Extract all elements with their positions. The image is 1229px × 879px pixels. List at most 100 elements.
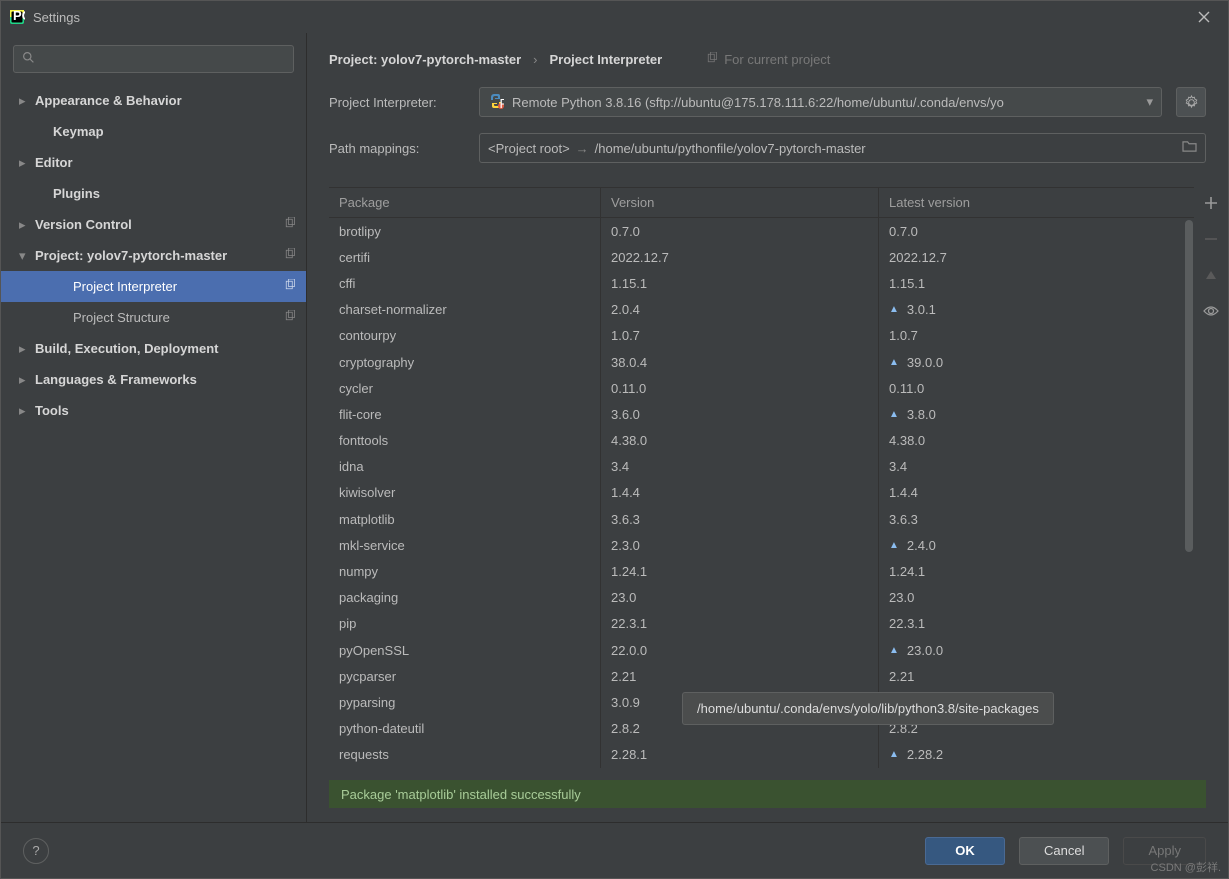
pycharm-icon: PC (9, 9, 25, 25)
help-button[interactable]: ? (23, 838, 49, 864)
cell-version: 23.0 (601, 585, 879, 611)
cell-package: pip (329, 611, 601, 637)
upgrade-available-icon: ▲ (889, 409, 899, 420)
tree-item[interactable]: ▸Keymap (1, 116, 306, 147)
cell-latest: 2.21 (879, 663, 1194, 689)
table-row[interactable]: flit-core3.6.0▲3.8.0 (329, 401, 1194, 427)
close-button[interactable] (1188, 1, 1220, 33)
tree-item[interactable]: ▾Project: yolov7-pytorch-master (1, 240, 306, 271)
settings-search-input[interactable] (41, 52, 285, 67)
upgrade-available-icon: ▲ (889, 749, 899, 760)
titlebar: PC Settings (1, 1, 1228, 33)
cell-latest: 2022.12.7 (879, 244, 1194, 270)
cancel-button[interactable]: Cancel (1019, 837, 1109, 865)
table-row[interactable]: pyOpenSSL22.0.0▲23.0.0 (329, 637, 1194, 663)
settings-search[interactable] (13, 45, 294, 73)
table-row[interactable]: fonttools4.38.04.38.0 (329, 428, 1194, 454)
cell-latest: 3.4 (879, 454, 1194, 480)
tree-item-label: Appearance & Behavior (35, 93, 306, 108)
tree-item[interactable]: ▸Editor (1, 147, 306, 178)
remove-package-button[interactable] (1199, 227, 1223, 251)
browse-folder-button[interactable] (1182, 140, 1197, 156)
cell-latest: 3.6.3 (879, 506, 1194, 532)
table-row[interactable]: cffi1.15.11.15.1 (329, 270, 1194, 296)
ok-button[interactable]: OK (925, 837, 1005, 865)
cell-package: flit-core (329, 401, 601, 427)
for-current-project-badge: For current project (706, 52, 830, 67)
interpreter-settings-button[interactable] (1176, 87, 1206, 117)
copy-icon (284, 248, 296, 263)
copy-icon (284, 217, 296, 232)
table-row[interactable]: idna3.43.4 (329, 454, 1194, 480)
table-row[interactable]: packaging23.023.0 (329, 585, 1194, 611)
table-row[interactable]: charset-normalizer2.0.4▲3.0.1 (329, 297, 1194, 323)
table-scrollbar[interactable] (1184, 218, 1194, 781)
gear-icon (1184, 95, 1199, 110)
tree-item[interactable]: ▸Project Interpreter (1, 271, 306, 302)
chevron-right-icon: ▸ (19, 155, 33, 171)
table-row[interactable]: pip22.3.122.3.1 (329, 611, 1194, 637)
cell-version: 1.4.4 (601, 480, 879, 506)
cell-latest: ▲3.8.0 (879, 401, 1194, 427)
tree-item[interactable]: ▸Project Structure (1, 302, 306, 333)
settings-tree[interactable]: ▸Appearance & Behavior▸Keymap▸Editor▸Plu… (1, 85, 306, 822)
status-bar: Package 'matplotlib' installed successfu… (329, 780, 1206, 808)
cell-version: 22.3.1 (601, 611, 879, 637)
cell-version: 4.38.0 (601, 428, 879, 454)
show-early-releases-button[interactable] (1199, 299, 1223, 323)
tree-item[interactable]: ▸Build, Execution, Deployment (1, 333, 306, 364)
col-version[interactable]: Version (601, 188, 879, 217)
cell-package: cryptography (329, 349, 601, 375)
tree-item-label: Keymap (53, 124, 306, 139)
table-row[interactable]: pycparser2.212.21 (329, 663, 1194, 689)
table-row[interactable]: kiwisolver1.4.41.4.4 (329, 480, 1194, 506)
path-mappings-label: Path mappings: (329, 141, 465, 156)
table-row[interactable]: matplotlib3.6.33.6.3 (329, 506, 1194, 532)
question-icon: ? (32, 843, 39, 858)
status-message: Package 'matplotlib' installed successfu… (341, 787, 581, 802)
cell-package: contourpy (329, 323, 601, 349)
svg-text:PC: PC (13, 9, 25, 23)
col-package[interactable]: Package (329, 188, 601, 217)
copy-icon (284, 279, 296, 294)
tree-item[interactable]: ▸Tools (1, 395, 306, 426)
path-tooltip: /home/ubuntu/.conda/envs/yolo/lib/python… (682, 692, 1054, 725)
add-package-button[interactable] (1199, 191, 1223, 215)
table-row[interactable]: requests2.28.1▲2.28.2 (329, 742, 1194, 768)
tree-item[interactable]: ▸Appearance & Behavior (1, 85, 306, 116)
cell-package: kiwisolver (329, 480, 601, 506)
tree-item-label: Version Control (35, 217, 306, 232)
interpreter-combo[interactable]: R Remote Python 3.8.16 (sftp://ubuntu@17… (479, 87, 1162, 117)
cell-version: 1.24.1 (601, 558, 879, 584)
minus-icon (1204, 232, 1218, 246)
table-row[interactable]: numpy1.24.11.24.1 (329, 558, 1194, 584)
cell-version: 22.0.0 (601, 637, 879, 663)
tree-item[interactable]: ▸Version Control (1, 209, 306, 240)
search-icon (22, 51, 35, 67)
table-row[interactable]: cryptography38.0.4▲39.0.0 (329, 349, 1194, 375)
cell-package: fonttools (329, 428, 601, 454)
table-row[interactable]: brotlipy0.7.00.7.0 (329, 218, 1194, 244)
cell-package: pyparsing (329, 689, 601, 715)
tree-item[interactable]: ▸Plugins (1, 178, 306, 209)
cell-version: 3.4 (601, 454, 879, 480)
cell-latest: 0.11.0 (879, 375, 1194, 401)
python-icon: R (488, 93, 504, 112)
path-mappings-field[interactable]: <Project root> → /home/ubuntu/pythonfile… (479, 133, 1206, 163)
table-row[interactable]: cycler0.11.00.11.0 (329, 375, 1194, 401)
cell-latest: 1.0.7 (879, 323, 1194, 349)
table-row[interactable]: mkl-service2.3.0▲2.4.0 (329, 532, 1194, 558)
table-row[interactable]: contourpy1.0.71.0.7 (329, 323, 1194, 349)
cell-latest: 22.3.1 (879, 611, 1194, 637)
svg-text:R: R (500, 96, 505, 109)
col-latest[interactable]: Latest version (879, 188, 1194, 217)
table-row[interactable]: certifi2022.12.72022.12.7 (329, 244, 1194, 270)
tree-item[interactable]: ▸Languages & Frameworks (1, 364, 306, 395)
scrollbar-thumb[interactable] (1185, 220, 1193, 552)
chevron-right-icon: ▸ (19, 93, 33, 109)
tree-item-label: Languages & Frameworks (35, 372, 306, 387)
cell-latest: 4.38.0 (879, 428, 1194, 454)
chevron-right-icon: ▸ (19, 372, 33, 388)
upgrade-package-button[interactable] (1199, 263, 1223, 287)
copy-icon (706, 52, 718, 67)
